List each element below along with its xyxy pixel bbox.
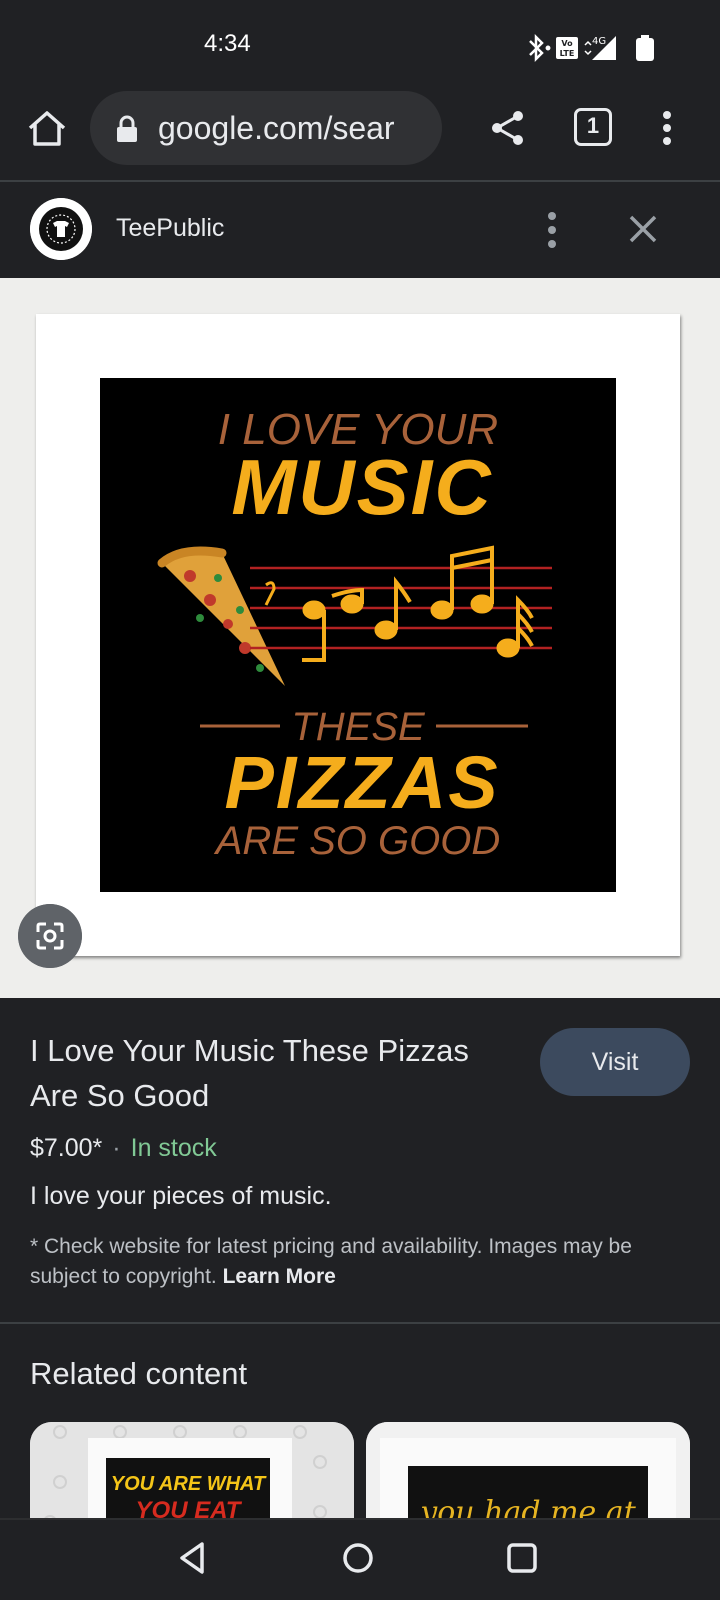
artwork-line5: ARE SO GOOD [214,819,501,863]
price-row: $7.00* · In stock [30,1134,217,1163]
product-description: I love your pieces of music. [30,1182,332,1210]
browser-toolbar: google.com/sear 1 [0,88,720,180]
close-icon[interactable] [624,210,662,248]
more-options-icon[interactable] [538,208,566,252]
related-content-heading: Related content [30,1356,248,1391]
related-text-1: YOU ARE WHAT [111,1473,267,1495]
disclaimer: * Check website for latest pricing and a… [30,1232,700,1292]
product-title[interactable]: I Love Your Music These Pizzas Are So Go… [30,1028,520,1118]
status-time: 4:34 [204,30,251,57]
address-bar[interactable]: google.com/sear [90,91,442,165]
home-icon[interactable] [24,106,70,152]
product-image-area: I LOVE YOUR MUSIC THESE PIZZAS ARE SO GO… [0,278,720,998]
recents-icon[interactable] [502,1538,542,1578]
tab-switcher-button[interactable]: 1 [574,108,612,146]
product-artwork: I LOVE YOUR MUSIC THESE PIZZAS ARE SO GO… [100,378,616,892]
home-nav-icon[interactable] [338,1538,378,1578]
source-name[interactable]: TeePublic [116,214,224,243]
back-icon[interactable] [174,1538,214,1578]
teepublic-logo-icon [30,198,92,260]
lens-search-icon[interactable] [18,904,82,968]
artwork-line4: PIZZAS [224,741,499,824]
separator: · [112,1134,121,1162]
volte-icon: Vo LTE [556,37,578,59]
product-image[interactable]: I LOVE YOUR MUSIC THESE PIZZAS ARE SO GO… [36,314,680,956]
price: $7.00* [30,1134,103,1162]
product-info: I Love Your Music These Pizzas Are So Go… [0,998,720,1323]
bluetooth-icon [529,33,551,63]
lock-icon [117,115,137,142]
divider [0,1322,720,1324]
visit-button[interactable]: Visit [540,1028,690,1096]
status-bar: 4:34 Vo LTE 4G [0,0,720,88]
stock-status: In stock [130,1134,217,1162]
artwork-line2: MUSIC [231,443,492,531]
learn-more-link[interactable]: Learn More [223,1265,336,1288]
svg-text:Vo: Vo [561,39,573,48]
svg-text:4G: 4G [592,36,606,47]
status-icons: Vo LTE 4G [529,33,654,63]
battery-icon [636,35,654,61]
share-icon[interactable] [488,108,528,148]
svg-text:LTE: LTE [560,49,575,58]
navigation-bar [0,1518,720,1600]
more-menu-icon[interactable] [652,108,682,148]
url-text: google.com/sear [158,110,395,146]
source-header: TeePublic [0,182,720,278]
